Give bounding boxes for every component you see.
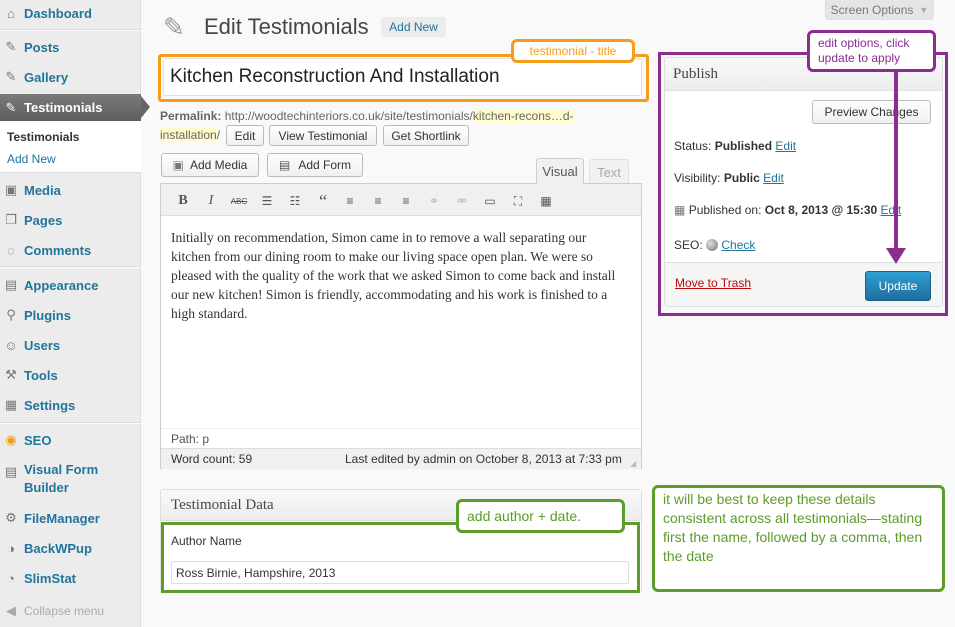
page-title: Edit Testimonials	[204, 14, 369, 39]
annotation-arrow-icon	[886, 248, 906, 264]
backwpup-icon: ◑	[7, 540, 15, 556]
sidebar-item-backwpup[interactable]: ◑ BackWPup	[0, 536, 141, 560]
pin-icon: ✎	[5, 39, 17, 54]
kitchen-sink-icon[interactable]: ▦	[538, 193, 554, 209]
consistency-annotation-label: it will be best to keep these details co…	[652, 485, 945, 592]
numbered-list-icon[interactable]: ☷	[287, 193, 303, 209]
bold-icon[interactable]: B	[175, 193, 191, 209]
collapse-menu-button[interactable]: ◀ Collapse menu	[0, 599, 141, 623]
sidebar-item-gallery[interactable]: ✎ Gallery	[0, 65, 141, 89]
sidebar-separator	[0, 29, 141, 31]
link-icon[interactable]: ⚭	[426, 193, 442, 209]
tab-text[interactable]: Text	[589, 159, 629, 184]
media-icon: ▣	[4, 182, 18, 197]
sidebar-item-tools[interactable]: ⚒ Tools	[0, 363, 141, 387]
media-icon: ▣	[172, 158, 184, 172]
collapse-icon: ◀	[6, 603, 16, 618]
pages-icon: ❐	[5, 212, 17, 227]
permalink-slug-end[interactable]: installation	[160, 128, 217, 142]
chevron-down-icon: ▼	[919, 4, 929, 15]
tab-visual[interactable]: Visual	[536, 158, 584, 184]
view-testimonial-button[interactable]: View Testimonial	[269, 125, 377, 146]
filemanager-icon: ⚙	[5, 510, 17, 525]
editor-path: Path: p	[161, 428, 641, 448]
users-icon: ☺	[4, 337, 18, 353]
blockquote-icon[interactable]: “	[315, 191, 331, 211]
sidebar-item-visual-form-builder[interactable]: ▤ Visual Form Builder	[0, 458, 141, 498]
sidebar-item-dashboard[interactable]: ⌂ Dashboard	[0, 1, 141, 25]
sidebar-item-testimonials[interactable]: ✎ Testimonials	[0, 94, 141, 121]
plugins-icon: ⚲	[6, 307, 16, 322]
editor-content[interactable]: Initially on recommendation, Simon came …	[171, 228, 621, 323]
get-shortlink-button[interactable]: Get Shortlink	[383, 125, 469, 146]
add-form-button[interactable]: ▤ Add Form	[267, 153, 363, 177]
align-left-icon[interactable]: ≡	[342, 193, 358, 209]
permalink-row-2: installation/	[160, 128, 221, 142]
sidebar-item-pages[interactable]: ❐ Pages	[0, 208, 141, 232]
sidebar-item-posts[interactable]: ✎ Posts	[0, 35, 141, 59]
publish-annotation-label: edit options, click update to apply	[807, 30, 936, 72]
sidebar-separator	[0, 266, 141, 268]
unlink-icon[interactable]: ⚮	[454, 193, 470, 209]
sidebar-submenu: Testimonials Add New	[0, 121, 141, 173]
slimstat-icon: ◔	[7, 570, 15, 586]
align-right-icon[interactable]: ≡	[398, 193, 414, 209]
title-annotation-label: testimonial - title	[511, 39, 635, 63]
pin-icon: ✎	[5, 99, 17, 115]
title-input[interactable]: Kitchen Reconstruction And Installation	[163, 58, 642, 96]
submenu-item-testimonials[interactable]: Testimonials	[7, 130, 79, 144]
tools-icon: ⚒	[5, 367, 17, 382]
form-icon: ▤	[278, 158, 291, 172]
resize-handle-icon[interactable]: ◢	[630, 459, 640, 469]
italic-icon[interactable]: I	[203, 193, 219, 209]
author-name-label: Author Name	[171, 534, 242, 548]
pin-icon: ✎	[163, 12, 185, 42]
add-media-button[interactable]: ▣ Add Media	[161, 153, 259, 177]
word-count: Word count: 59	[171, 452, 253, 466]
testimonial-data-title: Testimonial Data	[171, 497, 274, 513]
sidebar-item-seo[interactable]: ◉ SEO	[0, 428, 141, 452]
dashboard-icon: ⌂	[7, 5, 15, 21]
permalink-edit-button[interactable]: Edit	[226, 125, 264, 146]
sidebar-separator	[0, 422, 141, 424]
author-annotation-label: add author + date.	[456, 499, 625, 533]
strikethrough-icon[interactable]: ABC	[231, 193, 247, 209]
sidebar-item-settings[interactable]: ▦ Settings	[0, 393, 141, 417]
permalink-label: Permalink:	[160, 109, 222, 123]
comments-icon: ◌	[7, 242, 15, 258]
more-tag-icon[interactable]: ▭	[482, 193, 498, 209]
permalink-row: Permalink: http://woodtechinteriors.co.u…	[160, 106, 650, 126]
sidebar-item-users[interactable]: ☺ Users	[0, 333, 141, 357]
sidebar-item-media[interactable]: ▣ Media	[0, 178, 141, 202]
sidebar-item-plugins[interactable]: ⚲ Plugins	[0, 303, 141, 327]
annotation-arrow-shaft	[894, 72, 898, 250]
sidebar-item-comments[interactable]: ◌ Comments	[0, 238, 141, 262]
publish-annotation-frame	[658, 52, 948, 316]
permalink-base: http://woodtechinteriors.co.uk/site/test…	[224, 109, 473, 123]
gallery-icon: ✎	[5, 69, 17, 84]
align-center-icon[interactable]: ≡	[370, 193, 386, 209]
appearance-icon: ▤	[4, 277, 18, 292]
add-new-button[interactable]: Add New	[381, 17, 446, 37]
admin-sidebar: ⌂ Dashboard ✎ Posts ✎ Gallery ✎ Testimonials…	[0, 0, 150, 627]
form-icon: ▤	[4, 464, 18, 479]
bullet-list-icon[interactable]: ☰	[259, 193, 275, 209]
author-name-input[interactable]: Ross Birnie, Hampshire, 2013	[171, 561, 629, 584]
submenu-item-add-new[interactable]: Add New	[7, 152, 56, 166]
seo-icon: ◉	[5, 432, 17, 447]
sidebar-item-slimstat[interactable]: ◔ SlimStat	[0, 566, 141, 590]
screen-options-button[interactable]: Screen Options ▼	[825, 0, 934, 20]
sidebar-item-appearance[interactable]: ▤ Appearance	[0, 273, 141, 297]
fullscreen-icon[interactable]: ⛶	[510, 193, 526, 209]
settings-icon: ▦	[4, 397, 18, 412]
permalink-slug[interactable]: kitchen-recons…d-	[472, 109, 574, 123]
editor-container	[160, 183, 642, 469]
last-edited: Last edited by admin on October 8, 2013 …	[345, 452, 622, 466]
sidebar-item-filemanager[interactable]: ⚙ FileManager	[0, 506, 141, 530]
active-menu-arrow	[141, 96, 150, 118]
